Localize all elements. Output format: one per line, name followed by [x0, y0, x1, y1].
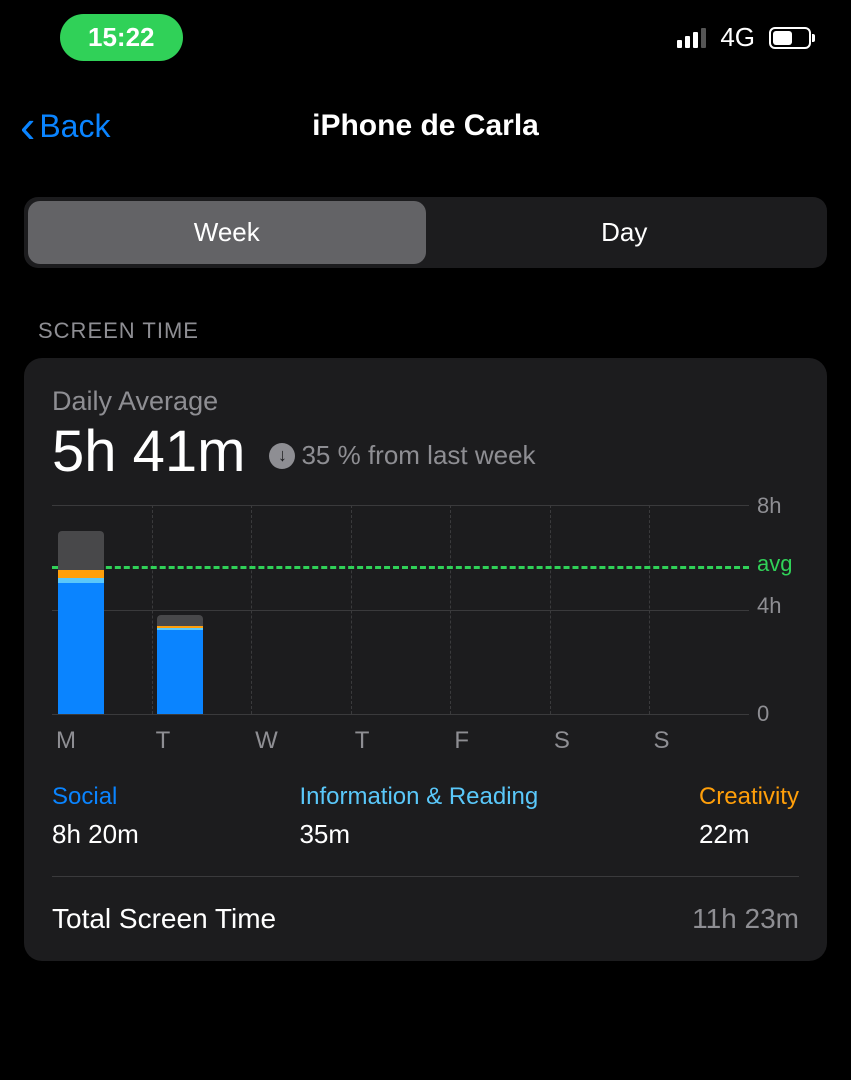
- segment-day[interactable]: Day: [426, 201, 824, 264]
- bar-segment: [58, 531, 104, 570]
- trend-indicator: ↓ 35 % from last week: [269, 440, 535, 471]
- y-axis: 8h avg 4h 0: [749, 505, 799, 715]
- bar-slot: [252, 505, 351, 714]
- bar-segment: [157, 630, 203, 714]
- x-axis-label: S: [550, 727, 650, 755]
- section-header-screen-time: SCREEN TIME: [0, 298, 851, 358]
- total-value: 11h 23m: [692, 903, 799, 935]
- bar-slot: [153, 505, 252, 714]
- category-creativity[interactable]: Creativity 22m: [699, 783, 799, 850]
- y-axis-avg-label: avg: [757, 551, 792, 577]
- bar-slot: [549, 505, 648, 714]
- category-label: Social: [52, 783, 139, 811]
- week-day-segmented-control[interactable]: Week Day: [24, 197, 827, 268]
- y-axis-label: 4h: [757, 593, 781, 619]
- network-label: 4G: [720, 22, 755, 53]
- y-axis-label: 8h: [757, 493, 781, 519]
- x-axis-label: M: [52, 727, 152, 755]
- bar-segment: [58, 583, 104, 714]
- bar-segment: [157, 615, 203, 627]
- page-title: iPhone de Carla: [20, 109, 831, 143]
- category-value: 35m: [299, 819, 538, 850]
- y-axis-label: 0: [757, 701, 769, 727]
- trend-text: 35 % from last week: [301, 440, 535, 471]
- screen-time-card: Daily Average 5h 41m ↓ 35 % from last we…: [24, 358, 827, 961]
- category-value: 22m: [699, 819, 799, 850]
- bar-slot: [351, 505, 450, 714]
- x-axis-label: F: [450, 727, 550, 755]
- arrow-down-icon: ↓: [269, 443, 295, 469]
- x-axis-label: T: [351, 727, 451, 755]
- x-axis: MTWTFSS: [52, 727, 799, 755]
- x-axis-label: T: [152, 727, 252, 755]
- segment-week[interactable]: Week: [28, 201, 426, 264]
- navigation-bar: ‹ Back iPhone de Carla: [0, 69, 851, 173]
- chart-bar: [58, 531, 104, 714]
- chevron-left-icon: ‹: [20, 103, 35, 149]
- bar-slot: [648, 505, 747, 714]
- chart-plot: [52, 505, 749, 715]
- battery-icon: [769, 27, 811, 49]
- category-label: Information & Reading: [299, 783, 538, 811]
- usage-chart: 8h avg 4h 0: [52, 505, 799, 715]
- bar-segment: [58, 570, 104, 578]
- x-axis-label: W: [251, 727, 351, 755]
- signal-strength-icon: [677, 28, 706, 48]
- category-value: 8h 20m: [52, 819, 139, 850]
- bar-slot: [450, 505, 549, 714]
- x-axis-label: S: [649, 727, 749, 755]
- bar-slot: [54, 505, 153, 714]
- category-label: Creativity: [699, 783, 799, 811]
- back-label: Back: [39, 108, 110, 145]
- status-time-pill: 15:22: [60, 14, 183, 61]
- category-information-reading[interactable]: Information & Reading 35m: [299, 783, 538, 850]
- status-right: 4G: [677, 22, 811, 53]
- daily-average-label: Daily Average: [52, 386, 799, 417]
- total-label: Total Screen Time: [52, 903, 276, 935]
- bars-container: [52, 505, 749, 714]
- back-button[interactable]: ‹ Back: [20, 103, 110, 149]
- total-screen-time-row[interactable]: Total Screen Time 11h 23m: [52, 877, 799, 961]
- status-bar: 15:22 4G: [0, 0, 851, 69]
- chart-bar: [157, 615, 203, 714]
- categories-breakdown: Social 8h 20m Information & Reading 35m …: [52, 783, 799, 877]
- daily-average-value: 5h 41m: [52, 423, 245, 481]
- category-social[interactable]: Social 8h 20m: [52, 783, 139, 850]
